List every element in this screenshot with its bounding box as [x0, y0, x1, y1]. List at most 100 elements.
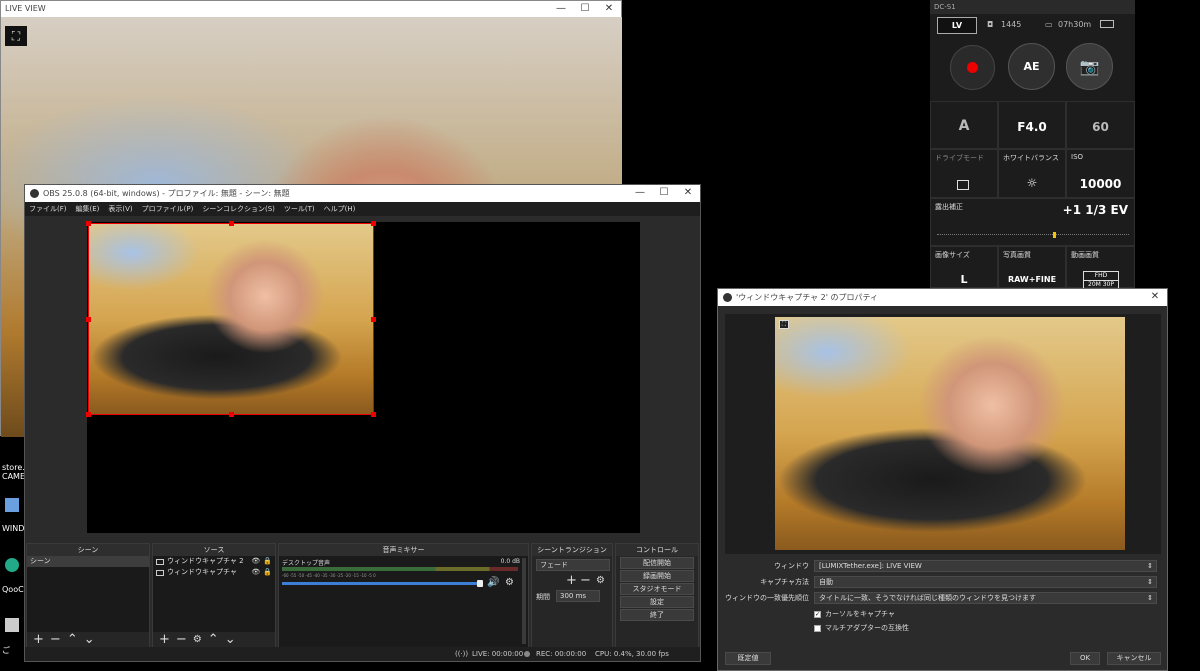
close-icon[interactable]: ✕ — [676, 185, 700, 201]
scene-item[interactable]: シーン — [27, 556, 149, 567]
record-icon — [967, 62, 978, 73]
speaker-icon[interactable]: 🔊 — [487, 577, 499, 588]
remove-icon[interactable]: − — [580, 573, 591, 588]
shutter-cell[interactable]: 60 — [1066, 101, 1135, 149]
panel-title: DC-S1 — [930, 0, 1135, 14]
status-bar: ((·)) LIVE: 00:00:00 REC: 00:00:00 CPU: … — [25, 647, 700, 661]
resize-handle[interactable] — [86, 412, 91, 417]
obs-window[interactable]: OBS 25.0.8 (64-bit, windows) - プロファイル: 無… — [24, 184, 701, 662]
source-name: ウィンドウキャプチャ 2 — [167, 557, 244, 565]
mode-value: A — [958, 118, 970, 134]
capture-method-select[interactable]: 自動 ⇕ — [814, 576, 1157, 588]
match-priority-label: ウィンドウの一致優先順位 — [725, 594, 809, 602]
record-button[interactable] — [950, 45, 995, 90]
close-icon[interactable]: ✕ — [597, 1, 621, 17]
obs-logo-icon — [30, 189, 39, 198]
lv-button[interactable]: LV — [937, 17, 977, 34]
resize-handle[interactable] — [86, 221, 91, 226]
file-icon[interactable] — [5, 618, 19, 632]
volume-slider[interactable] — [282, 582, 482, 585]
cancel-button[interactable]: キャンセル — [1107, 652, 1161, 665]
capture-source-preview[interactable] — [86, 221, 376, 417]
menu-help[interactable]: ヘルプ(H) — [324, 202, 356, 216]
start-recording-button[interactable]: 録画開始 — [620, 570, 694, 582]
timer-icon: ▭ — [1045, 20, 1053, 29]
add-icon[interactable]: + — [156, 632, 173, 647]
close-icon[interactable]: ✕ — [1143, 289, 1167, 305]
exit-button[interactable]: 終了 — [620, 609, 694, 621]
menu-edit[interactable]: 編集(E) — [76, 202, 100, 216]
resize-handle[interactable] — [229, 412, 234, 417]
aperture-cell[interactable]: F4.0 — [998, 101, 1066, 149]
drive-cell[interactable]: ドライブモード — [930, 149, 998, 198]
multiadapter-checkbox[interactable]: マルチアダプターの互換性 — [814, 623, 909, 633]
app-icon[interactable] — [5, 558, 19, 572]
volume-slider-thumb[interactable] — [477, 580, 483, 587]
menu-scene-collection[interactable]: シーンコレクション(S) — [202, 202, 275, 216]
properties-dialog[interactable]: 'ウィンドウキャプチャ 2' のプロパティ ✕ ⛶ ウィンドウ [LUMIXTe… — [717, 288, 1168, 671]
shutter-button[interactable]: 📷 — [1066, 43, 1113, 90]
source-item[interactable]: ウィンドウキャプチャ 2 👁 🔒 — [153, 556, 275, 567]
menu-tools[interactable]: ツール(T) — [284, 202, 315, 216]
minimize-icon[interactable]: — — [549, 1, 573, 17]
move-up-icon[interactable]: ⌃ — [64, 632, 81, 647]
add-icon[interactable]: + — [30, 632, 47, 647]
lock-icon[interactable]: 🔒 — [263, 556, 275, 567]
desktop-icon-label: CAME — [2, 472, 26, 481]
exposure-cell[interactable]: 露出補正 +1 1/3 EV — [930, 198, 1135, 246]
desktop-icon-label[interactable]: QooC — [2, 585, 24, 594]
shot-count: 1445 — [1001, 20, 1022, 29]
resize-handle[interactable] — [371, 317, 376, 322]
resize-handle[interactable] — [371, 221, 376, 226]
wb-cell[interactable]: ホワイトバランス ☼ — [998, 149, 1066, 198]
fullscreen-icon[interactable]: ⛶ — [779, 320, 789, 329]
gear-icon[interactable]: ⚙ — [596, 575, 605, 586]
checkbox-checked-icon[interactable]: ✓ — [814, 610, 821, 618]
video-cell[interactable]: 動画画質 FHD 20M 30P — [1066, 246, 1135, 290]
gear-icon[interactable]: ⚙ — [505, 577, 514, 588]
settings-button[interactable]: 設定 — [620, 596, 694, 608]
ok-button[interactable]: OK — [1070, 652, 1100, 665]
resize-handle[interactable] — [371, 412, 376, 417]
gear-icon[interactable]: ⚙ — [190, 634, 205, 645]
remove-icon[interactable]: − — [173, 632, 190, 647]
maximize-icon[interactable]: ☐ — [652, 185, 676, 201]
start-streaming-button[interactable]: 配信開始 — [620, 557, 694, 569]
exposure-scale[interactable] — [937, 229, 1129, 235]
move-down-icon[interactable]: ⌄ — [81, 632, 98, 647]
wb-label: ホワイトバランス — [1003, 154, 1059, 162]
capture-method-value: 自動 — [819, 578, 833, 586]
duration-input[interactable]: 300 ms — [556, 590, 600, 602]
move-down-icon[interactable]: ⌄ — [222, 632, 239, 647]
move-up-icon[interactable]: ⌃ — [205, 632, 222, 647]
eye-icon[interactable]: 👁 — [251, 556, 260, 567]
eye-icon[interactable]: 👁 — [251, 567, 260, 578]
maximize-icon[interactable]: ☐ — [573, 1, 597, 17]
menu-profile[interactable]: プロファイル(P) — [142, 202, 194, 216]
resize-handle[interactable] — [229, 221, 234, 226]
source-item[interactable]: ウィンドウキャプチャ 👁 🔒 — [153, 567, 275, 578]
size-cell[interactable]: 画像サイズ L — [930, 246, 998, 288]
ae-button[interactable]: AE — [1008, 43, 1055, 90]
capture-cursor-checkbox[interactable]: ✓ カーソルをキャプチャ — [814, 609, 895, 619]
defaults-button[interactable]: 既定値 — [725, 652, 771, 665]
lock-icon[interactable]: 🔒 — [263, 567, 275, 578]
file-icon[interactable] — [5, 498, 19, 512]
window-select[interactable]: [LUMIXTether.exe]: LIVE VIEW ⇕ — [814, 560, 1157, 572]
menu-view[interactable]: 表示(V) — [108, 202, 132, 216]
iso-cell[interactable]: ISO 10000 — [1066, 149, 1135, 198]
add-icon[interactable]: + — [566, 573, 577, 588]
minimize-icon[interactable]: — — [628, 185, 652, 201]
mixer-scrollbar[interactable] — [522, 558, 526, 644]
match-priority-select[interactable]: タイトルに一致、そうでなければ同じ種類のウィンドウを見つけます ⇕ — [814, 592, 1157, 604]
fullscreen-icon[interactable]: ⛶ — [5, 26, 27, 46]
menu-file[interactable]: ファイル(F) — [29, 202, 67, 216]
mode-cell[interactable]: A — [930, 101, 998, 149]
remove-icon[interactable]: − — [47, 632, 64, 647]
transition-select[interactable]: フェード — [536, 559, 610, 571]
quality-cell[interactable]: 写真画質 RAW+FINE — [998, 246, 1066, 288]
checkbox-icon[interactable] — [814, 624, 821, 632]
studio-mode-button[interactable]: スタジオモード — [620, 583, 694, 595]
mixer-dock-title: 音声ミキサー — [279, 544, 528, 556]
resize-handle[interactable] — [86, 317, 91, 322]
